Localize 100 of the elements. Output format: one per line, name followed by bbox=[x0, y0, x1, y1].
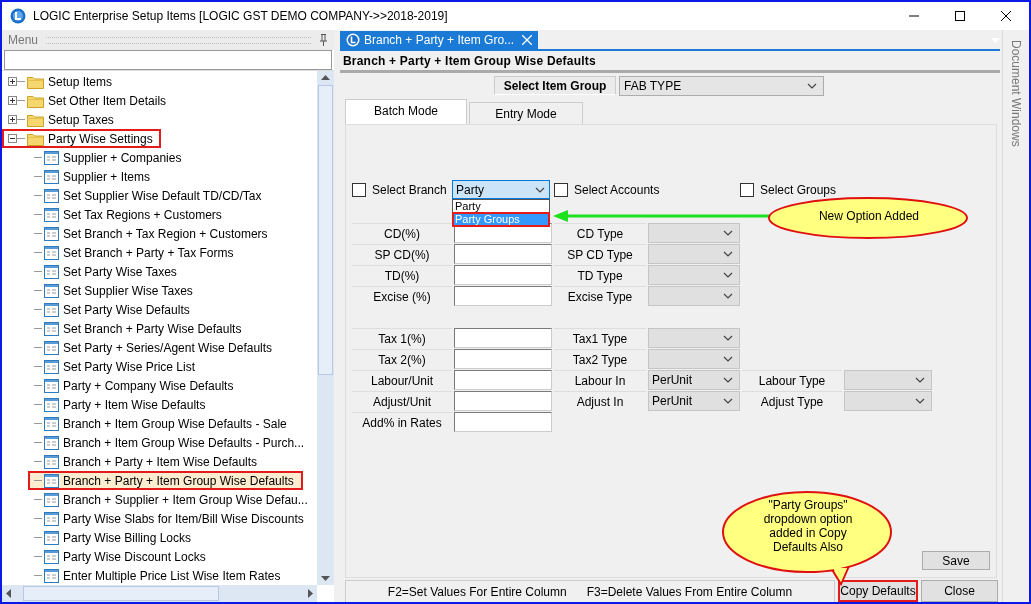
scroll-up-icon[interactable] bbox=[321, 75, 330, 80]
tree-item[interactable]: Branch + Item Group Wise Defaults - Purch... bbox=[32, 433, 317, 452]
form-icon bbox=[44, 340, 59, 355]
collapse-icon[interactable] bbox=[8, 134, 17, 143]
tree-item[interactable]: Set Branch + Tax Region + Customers bbox=[32, 224, 317, 243]
field-label: Labour Type bbox=[742, 370, 842, 390]
field-label: TD Type bbox=[554, 265, 646, 285]
tree-item[interactable]: Party Wise Billing Locks bbox=[32, 528, 317, 547]
tree-item[interactable]: Party Wise Settings bbox=[2, 129, 161, 148]
input-field[interactable] bbox=[454, 370, 552, 390]
callout-text: New Option Added bbox=[817, 209, 921, 223]
tree-item[interactable]: Party + Company Wise Defaults bbox=[32, 376, 317, 395]
scroll-left-icon[interactable] bbox=[6, 589, 11, 598]
field-label: Excise (%) bbox=[352, 286, 452, 306]
input-field[interactable] bbox=[454, 412, 552, 432]
input-field[interactable] bbox=[454, 286, 552, 306]
scroll-down-icon[interactable] bbox=[321, 576, 330, 581]
party-dropdown[interactable]: Party bbox=[452, 180, 550, 199]
tree-item[interactable]: Supplier + Items bbox=[32, 167, 317, 186]
checkbox[interactable]: Select Branch bbox=[352, 182, 452, 197]
form-icon bbox=[44, 378, 59, 393]
scroll-right-icon[interactable] bbox=[308, 589, 313, 598]
form-icon bbox=[44, 283, 59, 298]
side-tab[interactable]: Document Windows bbox=[1009, 40, 1023, 147]
tree-item[interactable]: Set Supplier Wise Default TD/CD/Tax bbox=[32, 186, 317, 205]
field-label: SP CD Type bbox=[554, 244, 646, 264]
field-label: Adjust In bbox=[554, 391, 646, 411]
chevron-down-icon bbox=[723, 377, 733, 383]
dropdown[interactable]: PerUnit bbox=[648, 391, 740, 411]
tab[interactable]: Entry Mode bbox=[469, 102, 583, 124]
window-title: LOGIC Enterprise Setup Items [LOGIC GST DEMO COMPANY->>2018-2019] bbox=[33, 9, 448, 23]
tree-item[interactable]: Set Branch + Party + Tax Forms bbox=[32, 243, 317, 262]
form-icon bbox=[44, 359, 59, 374]
tree-item[interactable]: Set Supplier Wise Taxes bbox=[32, 281, 317, 300]
action-button[interactable]: Copy Defaults bbox=[838, 580, 918, 602]
tab[interactable]: Batch Mode bbox=[345, 99, 467, 124]
tree-item[interactable]: Party Wise Discount Locks bbox=[32, 547, 317, 566]
document-tab[interactable]: Branch + Party + Item Gro... bbox=[340, 31, 538, 49]
folder-icon bbox=[27, 112, 44, 127]
scrollbar-thumb[interactable] bbox=[23, 586, 219, 601]
tree-item[interactable]: Party + Item Wise Defaults bbox=[32, 395, 317, 414]
checkbox[interactable]: Select Groups bbox=[740, 182, 837, 197]
field-label: Adjust Type bbox=[742, 391, 842, 411]
dropdown-option[interactable]: Party bbox=[453, 200, 549, 213]
field-label: Adjust/Unit bbox=[352, 391, 452, 411]
field-label: CD(%) bbox=[352, 223, 452, 243]
input-field[interactable] bbox=[454, 328, 552, 348]
tree-item[interactable]: Set Party Wise Price List bbox=[32, 357, 317, 376]
expand-icon[interactable] bbox=[8, 77, 17, 86]
tree-item[interactable]: Set Party + Series/Agent Wise Defaults bbox=[32, 338, 317, 357]
field-label: TD(%) bbox=[352, 265, 452, 285]
search-field[interactable] bbox=[4, 50, 332, 70]
app-logo-icon bbox=[10, 8, 26, 24]
field-label: Excise Type bbox=[554, 286, 646, 306]
chevron-down-icon bbox=[723, 230, 733, 236]
tree-item[interactable]: Branch + Party + Item Wise Defaults bbox=[32, 452, 317, 471]
tree-item[interactable]: Branch + Supplier + Item Group Wise Defau... bbox=[32, 490, 317, 509]
expand-icon[interactable] bbox=[8, 115, 17, 124]
form-icon bbox=[44, 492, 59, 507]
tree-item[interactable]: Party Wise Slabs for Item/Bill Wise Discounts bbox=[32, 509, 317, 528]
input-field[interactable] bbox=[454, 391, 552, 411]
form-icon bbox=[44, 416, 59, 431]
field-label: Tax 1(%) bbox=[352, 328, 452, 348]
input-field[interactable] bbox=[454, 265, 552, 285]
tree-item[interactable]: Set Branch + Party Wise Defaults bbox=[32, 319, 317, 338]
form-icon bbox=[44, 397, 59, 412]
pin-icon[interactable] bbox=[319, 34, 328, 46]
tree-item[interactable]: Enter Multiple Price List Wise Item Rates bbox=[32, 566, 317, 585]
expand-icon[interactable] bbox=[8, 96, 17, 105]
input-field[interactable] bbox=[454, 244, 552, 264]
tree-item[interactable]: Set Party Wise Defaults bbox=[32, 300, 317, 319]
chevron-down-icon bbox=[535, 186, 545, 193]
vertical-scrollbar[interactable] bbox=[317, 71, 334, 585]
maximize-icon bbox=[955, 11, 965, 21]
tree-item[interactable]: Set Tax Regions + Customers bbox=[32, 205, 317, 224]
checkbox[interactable]: Select Accounts bbox=[554, 182, 740, 197]
field-label: Tax1 Type bbox=[554, 328, 646, 348]
tree-item[interactable]: Set Other Item Details bbox=[2, 91, 175, 110]
item-group-dropdown[interactable]: FAB TYPE bbox=[619, 76, 824, 96]
tree-item[interactable]: Set Party Wise Taxes bbox=[32, 262, 317, 281]
form-icon bbox=[44, 511, 59, 526]
form-heading: Branch + Party + Item Group Wise Defaults bbox=[340, 51, 1000, 73]
input-field[interactable] bbox=[454, 349, 552, 369]
tree-item[interactable]: Branch + Party + Item Group Wise Defaults bbox=[28, 471, 303, 490]
dropdown[interactable]: PerUnit bbox=[648, 370, 740, 390]
close-icon[interactable] bbox=[522, 35, 532, 45]
horizontal-scrollbar[interactable] bbox=[2, 585, 317, 602]
tree-item[interactable]: Setup Taxes bbox=[2, 110, 122, 129]
chevron-down-icon bbox=[723, 335, 733, 341]
tree-item[interactable]: Branch + Item Group Wise Defaults - Sale bbox=[32, 414, 317, 433]
tree-item[interactable]: Setup Items bbox=[2, 72, 121, 91]
scrollbar-thumb[interactable] bbox=[318, 85, 333, 375]
tree-item[interactable]: Supplier + Companies bbox=[32, 148, 317, 167]
menu-title: Menu bbox=[8, 33, 39, 47]
form-icon bbox=[44, 226, 59, 241]
save-button[interactable]: Save bbox=[922, 551, 990, 570]
field-label: Tax 2(%) bbox=[352, 349, 452, 369]
form-icon bbox=[44, 454, 59, 469]
form-icon bbox=[44, 321, 59, 336]
action-button[interactable]: Close bbox=[921, 580, 998, 602]
